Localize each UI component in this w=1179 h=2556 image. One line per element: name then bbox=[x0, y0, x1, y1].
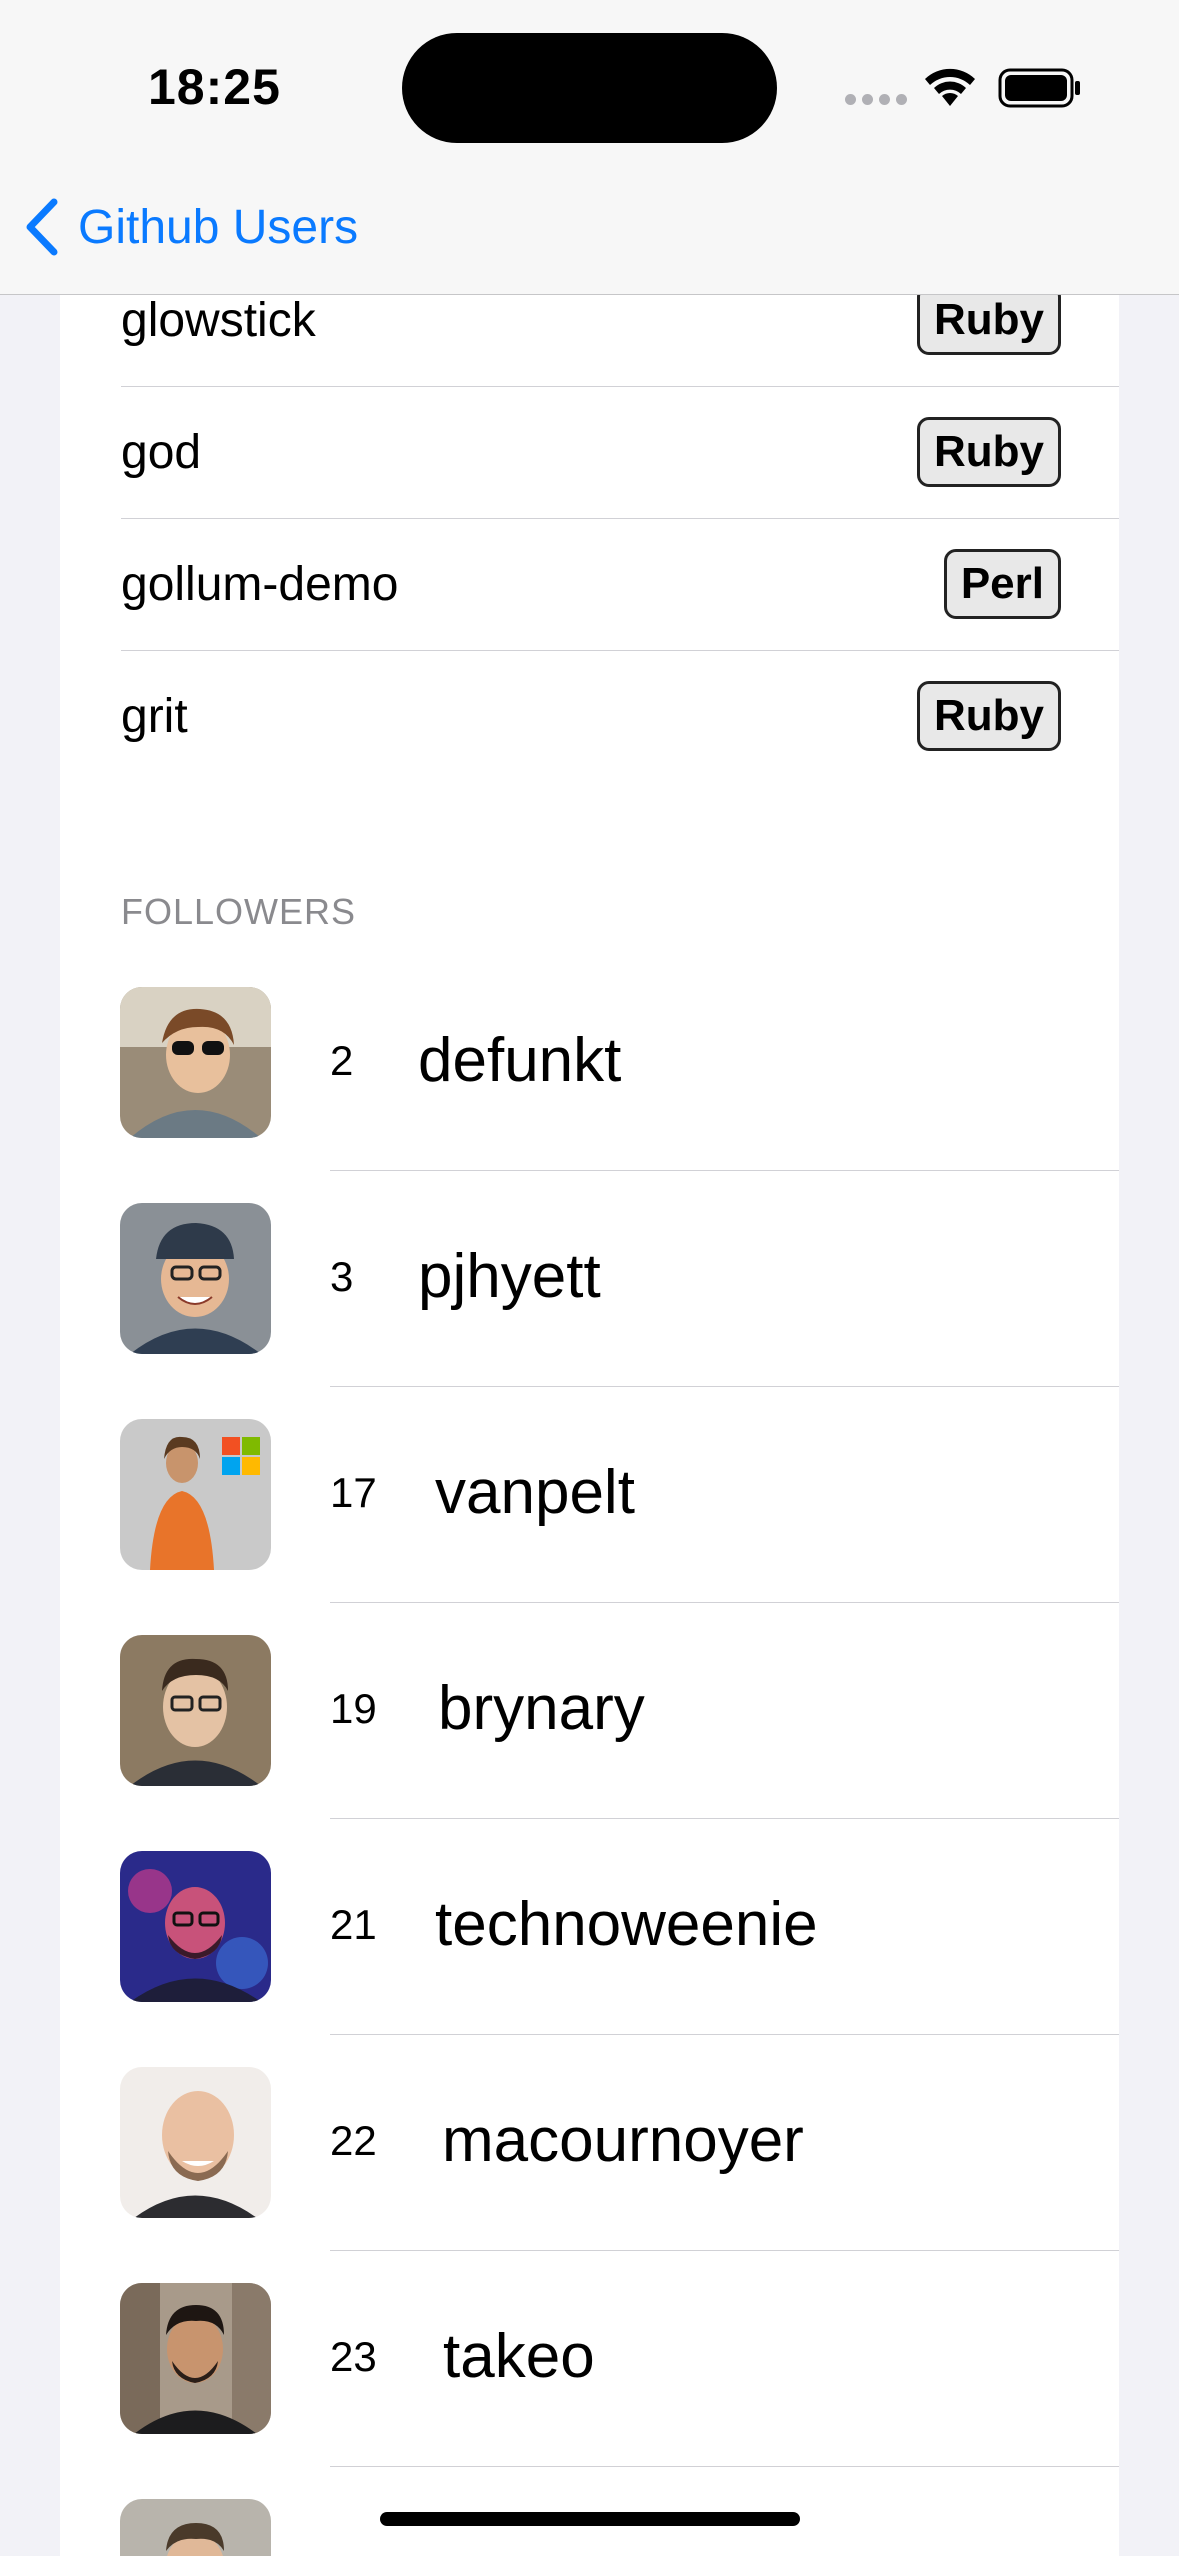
avatar bbox=[120, 987, 271, 1138]
follower-id: 3 bbox=[330, 1253, 354, 1300]
language-badge: Ruby bbox=[917, 681, 1061, 751]
navigation-bar: Github Users bbox=[0, 170, 1179, 295]
follower-id: 19 bbox=[330, 1685, 377, 1732]
follower-login: technoweenie bbox=[435, 1890, 818, 1959]
battery-icon bbox=[998, 68, 1080, 108]
follower-id: 21 bbox=[330, 1901, 377, 1948]
scroll-content[interactable]: glowstick Ruby god Ruby gollum-demo Perl… bbox=[0, 294, 1179, 2556]
back-button[interactable]: Github Users bbox=[24, 198, 358, 256]
follower-id: 22 bbox=[330, 2117, 377, 2164]
followers-section-header: FOLLOWERS bbox=[121, 891, 357, 932]
follower-row[interactable]: 22 macournoyer bbox=[60, 2035, 1119, 2251]
follower-id: 2 bbox=[330, 1037, 354, 1084]
repo-row[interactable]: glowstick Ruby bbox=[121, 294, 1119, 387]
follower-login: macournoyer bbox=[442, 2106, 804, 2175]
avatar bbox=[120, 1419, 271, 1570]
repo-row[interactable]: grit Ruby bbox=[121, 650, 1119, 782]
follower-id: 23 bbox=[330, 2333, 377, 2380]
repo-name: gollum-demo bbox=[121, 557, 399, 611]
back-label: Github Users bbox=[78, 200, 359, 254]
repo-row[interactable]: god Ruby bbox=[121, 386, 1119, 519]
follower-row[interactable]: 3 pjhyett bbox=[60, 1171, 1119, 1387]
follower-row[interactable]: 17 vanpelt bbox=[60, 1387, 1119, 1603]
avatar bbox=[120, 2283, 271, 2434]
repo-name: grit bbox=[121, 689, 188, 743]
follower-login: defunkt bbox=[418, 1026, 622, 1095]
dynamic-island bbox=[402, 33, 777, 143]
avatar bbox=[120, 1851, 271, 2002]
follower-row[interactable]: 2 defunkt bbox=[60, 955, 1119, 1171]
avatar bbox=[120, 2067, 271, 2218]
language-badge: Ruby bbox=[917, 294, 1061, 355]
follower-id: 17 bbox=[330, 1469, 377, 1516]
follower-row[interactable]: 19 brynary bbox=[60, 1603, 1119, 1819]
avatar bbox=[120, 1635, 271, 1786]
status-time: 18:25 bbox=[148, 59, 281, 115]
repo-name: god bbox=[121, 425, 202, 479]
wifi-icon bbox=[925, 68, 975, 106]
repo-name: glowstick bbox=[121, 294, 316, 347]
followers-list: 2 defunkt 3 pjhyett 17 vanpelt 19 brynar… bbox=[60, 955, 1119, 2556]
follower-login: takeo bbox=[443, 2322, 595, 2391]
follower-login: vanpelt bbox=[435, 1458, 635, 1527]
chevron-left-icon bbox=[26, 198, 58, 256]
avatar bbox=[120, 2499, 271, 2556]
status-bar: 18:25 bbox=[0, 0, 1179, 170]
follower-login: brynary bbox=[438, 1674, 645, 1743]
follower-row[interactable]: 21 technoweenie bbox=[60, 1819, 1119, 2035]
follower-login: pjhyett bbox=[418, 1242, 601, 1311]
repo-row[interactable]: gollum-demo Perl bbox=[121, 518, 1119, 651]
cellular-signal-icon bbox=[845, 94, 907, 105]
language-badge: Perl bbox=[943, 549, 1061, 619]
home-indicator[interactable] bbox=[380, 2512, 800, 2526]
avatar bbox=[120, 1203, 271, 1354]
follower-row[interactable]: 23 takeo bbox=[60, 2251, 1119, 2467]
language-badge: Ruby bbox=[917, 417, 1061, 487]
